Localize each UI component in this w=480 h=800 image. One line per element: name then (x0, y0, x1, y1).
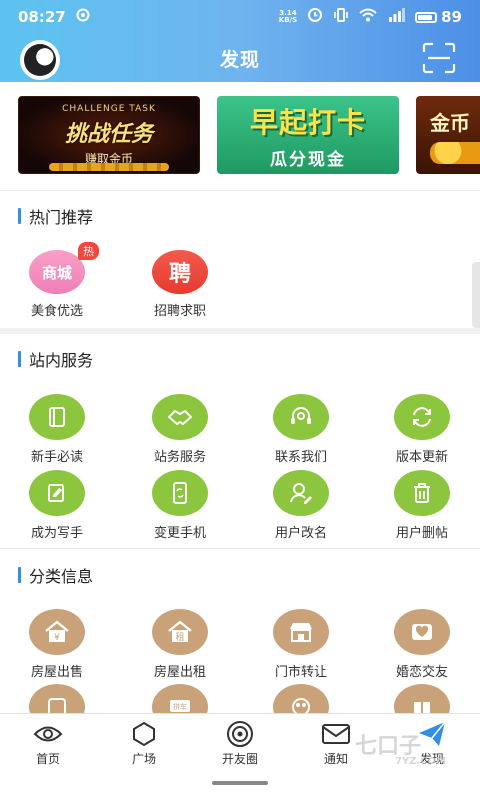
edit-icon (29, 470, 85, 516)
nav-square[interactable]: 广场 (104, 720, 184, 767)
header: 08:27 3.14 KB/S 89 发现 (0, 0, 480, 82)
notification-icon (76, 8, 90, 26)
grid-item-dating[interactable]: 婚恋交友 (367, 609, 477, 680)
status-time: 08:27 (18, 8, 66, 26)
net-speed: 3.14 KB/S (278, 9, 298, 24)
home-indicator[interactable] (212, 781, 268, 785)
banner-coins[interactable]: 金币 (416, 96, 480, 174)
hexagon-icon (104, 720, 184, 748)
mall-icon: 商城 热 (29, 242, 99, 294)
grid-item-update[interactable]: 版本更新 (367, 394, 477, 465)
coins-decoration (430, 141, 480, 164)
divider (0, 190, 480, 191)
page-title: 发现 (219, 49, 260, 71)
section-title-hot: 热门推荐 (18, 206, 93, 227)
house-sale-icon: ¥ (29, 609, 85, 655)
hot-badge: 热 (78, 242, 99, 260)
battery-indicator: 89 (415, 8, 462, 26)
grid-item-food[interactable]: 商城 热 美食优选 (2, 242, 112, 319)
heart-icon (394, 609, 450, 655)
grid-item-station-service[interactable]: 站务服务 (125, 394, 235, 465)
banner-early-checkin[interactable]: 早起打卡 瓜分现金 (217, 96, 399, 174)
alarm-icon (307, 7, 323, 27)
eye-icon (8, 720, 88, 748)
banner-challenge-task[interactable]: CHALLENGE TASK 挑战任务 赚取金币 (18, 96, 200, 174)
wifi-icon (359, 8, 377, 26)
vibrate-icon (333, 7, 349, 27)
book-icon (29, 394, 85, 440)
discover-page: 08:27 3.14 KB/S 89 发现 CHALLENGE TASK 挑战任… (0, 0, 480, 800)
trash-icon (394, 470, 450, 516)
battery-icon (415, 11, 438, 23)
grid-item-change-phone[interactable]: 变更手机 (125, 470, 235, 541)
grid-item-house-rent[interactable]: 租 房屋出租 (125, 609, 235, 680)
grid-item-delete-post[interactable]: 用户删帖 (367, 470, 477, 541)
grid-item-rename[interactable]: 用户改名 (246, 470, 356, 541)
house-rent-icon: 租 (152, 609, 208, 655)
shop-icon (273, 609, 329, 655)
side-drawer-handle[interactable] (472, 262, 480, 328)
grid-item-beginner[interactable]: 新手必读 (2, 394, 112, 465)
nav-home[interactable]: 首页 (8, 720, 88, 767)
divider (0, 328, 480, 334)
svg-text:租: 租 (175, 632, 184, 643)
grid-item-jobs[interactable]: 聘 招聘求职 (125, 250, 235, 319)
svg-text:拼车: 拼车 (173, 702, 187, 711)
phone-icon (152, 470, 208, 516)
status-bar: 08:27 3.14 KB/S 89 (0, 0, 480, 34)
grid-item-contact[interactable]: 联系我们 (246, 394, 356, 465)
headset-icon (273, 394, 329, 440)
grid-item-writer[interactable]: 成为写手 (2, 470, 112, 541)
section-title-service: 站内服务 (18, 349, 93, 370)
coins-decoration (49, 163, 169, 171)
watermark: 七口子 7YZ.COM (355, 734, 447, 767)
banner-carousel: CHALLENGE TASK 挑战任务 赚取金币 早起打卡 瓜分现金 金币 (0, 96, 480, 176)
divider (0, 548, 480, 549)
user-edit-icon (273, 470, 329, 516)
status-right: 3.14 KB/S 89 (279, 7, 462, 27)
nav-friends-circle[interactable]: 开友圈 (200, 720, 280, 767)
refresh-icon (394, 394, 450, 440)
grid-item-house-sale[interactable]: ¥ 房屋出售 (2, 609, 112, 680)
circle-icon (200, 720, 280, 748)
svg-text:¥: ¥ (54, 633, 60, 643)
recruit-icon: 聘 (152, 250, 208, 294)
signal-icon (387, 8, 406, 26)
scan-icon[interactable] (422, 42, 456, 74)
top-bar: 发现 (0, 34, 480, 82)
section-title-category: 分类信息 (18, 565, 93, 586)
handshake-icon (152, 394, 208, 440)
grid-item-shop-transfer[interactable]: 门市转让 (246, 609, 356, 680)
